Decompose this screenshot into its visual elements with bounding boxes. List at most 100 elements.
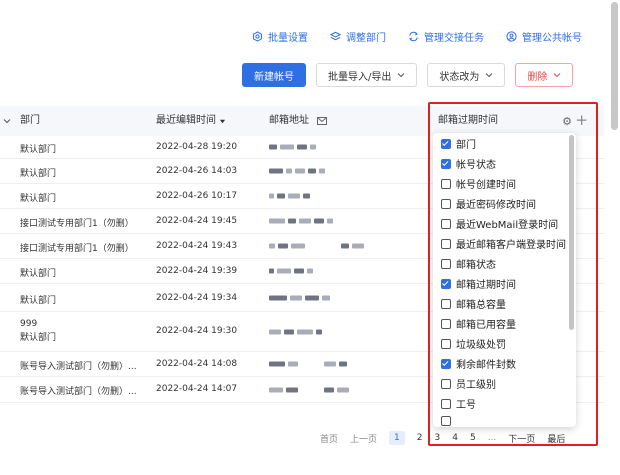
column-option-used-capacity[interactable]: 邮箱已用容量: [441, 316, 516, 331]
checkbox-unchecked[interactable]: [441, 338, 451, 349]
checkbox-unchecked[interactable]: [441, 258, 451, 269]
option-label: 帐号创建时间: [456, 180, 516, 191]
row-edit-time: 2022-04-24 19:43: [156, 241, 238, 251]
column-option-client-login[interactable]: 最近邮箱客户端登录时间: [441, 236, 566, 251]
row-edit-time: 2022-04-24 19:30: [156, 326, 238, 336]
toolbar-links: 批量设置 调整部门 管理交接任务 管理公共帐号: [252, 29, 582, 44]
pagination: 首页 上一页 1 2 3 4 5 ... 下一页 最后: [320, 431, 565, 445]
column-option-password-changed[interactable]: 最近密码修改时间: [441, 196, 536, 211]
row-edit-time: 2022-04-24 14:07: [156, 384, 238, 394]
new-account-button[interactable]: 新建帐号: [242, 63, 306, 87]
column-chooser-dropdown: 部门 帐号状态 帐号创建时间 最近密码修改时间 最近WebMail登录时间 最近…: [433, 133, 576, 427]
gear-icon[interactable]: ⚙: [562, 115, 572, 128]
chevron-down-icon: [398, 73, 405, 78]
column-option-department[interactable]: 部门: [441, 136, 476, 151]
checkbox-checked[interactable]: [441, 278, 451, 289]
row-department: 999: [20, 319, 38, 329]
page-1-link[interactable]: 1: [389, 431, 405, 445]
row-edit-time: 2022-04-24 19:39: [156, 266, 238, 276]
column-email-label: 邮箱地址: [269, 115, 309, 126]
next-page-link[interactable]: 下一页: [508, 432, 535, 445]
checkbox-unchecked[interactable]: [441, 178, 451, 189]
last-page-link[interactable]: 最后: [547, 432, 565, 445]
email-redacted: [269, 361, 347, 367]
option-label: 工号: [456, 400, 476, 411]
column-last-edit-label: 最近编辑时间: [156, 115, 216, 126]
page-ellipsis: ...: [487, 433, 497, 443]
page-2-link[interactable]: 2: [417, 433, 423, 443]
column-option-employee-level[interactable]: 员工级别: [441, 376, 496, 391]
email-redacted: [269, 243, 364, 249]
row-department: 账号导入测试部门（勿删）...: [20, 387, 137, 397]
add-column-icon[interactable]: +: [575, 111, 588, 129]
column-last-edit[interactable]: 最近编辑时间: [156, 106, 226, 136]
batch-settings-link[interactable]: 批量设置: [252, 29, 308, 44]
checkbox-unchecked[interactable]: [441, 318, 451, 329]
email-redacted: [269, 268, 313, 274]
change-status-button[interactable]: 状态改为: [427, 63, 506, 87]
option-label: 部门: [456, 140, 476, 151]
option-label: 最近邮箱客户端登录时间: [456, 240, 566, 251]
column-option-total-capacity[interactable]: 邮箱总容量: [441, 296, 506, 311]
sort-desc-icon: [219, 119, 226, 123]
page-4-link[interactable]: 4: [452, 433, 458, 443]
column-option-account-status[interactable]: 帐号状态: [441, 156, 496, 171]
checkbox-unchecked[interactable]: [441, 398, 451, 409]
page-5-link[interactable]: 5: [470, 433, 476, 443]
email-redacted: [269, 218, 333, 224]
public-accounts-link[interactable]: 管理公共帐号: [506, 29, 582, 44]
checkbox-checked[interactable]: [441, 358, 451, 369]
checkbox-checked[interactable]: [441, 138, 451, 149]
change-status-label: 状态改为: [439, 71, 480, 83]
column-option-mailbox-status[interactable]: 邮箱状态: [441, 256, 496, 271]
prev-page-link[interactable]: 上一页: [350, 432, 377, 445]
row-edit-time: 2022-04-24 19:45: [156, 216, 238, 226]
checkbox-unchecked[interactable]: [441, 298, 451, 309]
handover-tasks-link[interactable]: 管理交接任务: [408, 29, 484, 44]
delete-button[interactable]: 删除: [515, 63, 574, 87]
first-page-link[interactable]: 首页: [320, 432, 338, 445]
checkbox-unchecked[interactable]: [441, 416, 451, 426]
option-label: 邮箱已用容量: [456, 320, 516, 331]
option-label: 员工级别: [456, 380, 496, 391]
checkbox-unchecked[interactable]: [441, 198, 451, 209]
row-department-line2: 默认部门: [20, 333, 57, 343]
column-option-partial: [441, 416, 451, 426]
column-option-webmail-login[interactable]: 最近WebMail登录时间: [441, 216, 558, 231]
batch-settings-label: 批量设置: [268, 33, 308, 44]
adjust-department-link[interactable]: 调整部门: [330, 29, 386, 44]
column-department[interactable]: 部门: [20, 106, 40, 136]
column-option-spam-penalty[interactable]: 垃圾级处罚: [441, 336, 506, 351]
public-accounts-label: 管理公共帐号: [522, 33, 582, 44]
column-option-employee-id[interactable]: 工号: [441, 396, 476, 411]
checkbox-checked[interactable]: [441, 158, 451, 169]
column-option-account-created[interactable]: 帐号创建时间: [441, 176, 516, 191]
option-label: 邮箱过期时间: [456, 280, 516, 291]
user-circle-icon: [506, 31, 517, 42]
email-redacted: [269, 387, 349, 392]
option-label: 垃圾级处罚: [456, 340, 506, 351]
checkbox-unchecked[interactable]: [441, 218, 451, 229]
row-edit-time: 2022-04-26 10:17: [156, 191, 238, 201]
collapse-chevron-icon[interactable]: [3, 117, 11, 125]
sync-icon: [409, 31, 418, 42]
page-scrollbar[interactable]: [611, 2, 618, 130]
row-edit-time: 2022-04-28 19:20: [156, 142, 238, 152]
row-department: 默认部门: [20, 145, 57, 155]
page-3-link[interactable]: 3: [435, 433, 441, 443]
handover-tasks-label: 管理交接任务: [424, 33, 484, 44]
column-option-mailbox-expire[interactable]: 邮箱过期时间: [441, 276, 516, 291]
import-export-button[interactable]: 批量导入/导出: [316, 63, 418, 87]
row-edit-time: 2022-04-24 14:08: [156, 359, 238, 369]
checkbox-unchecked[interactable]: [441, 238, 451, 249]
checkbox-unchecked[interactable]: [441, 378, 451, 389]
option-label: 帐号状态: [456, 160, 496, 171]
dropdown-scrollbar[interactable]: [569, 135, 574, 330]
action-buttons: 新建帐号 批量导入/导出 状态改为 删除: [242, 63, 574, 87]
column-option-remaining-mails[interactable]: 剩余邮件封数: [441, 356, 516, 371]
column-expire[interactable]: 邮箱过期时间: [438, 106, 498, 136]
option-label: 邮箱总容量: [456, 300, 506, 311]
chevron-down-icon: [554, 73, 561, 78]
email-redacted: [269, 144, 316, 150]
column-email[interactable]: 邮箱地址: [269, 106, 327, 136]
